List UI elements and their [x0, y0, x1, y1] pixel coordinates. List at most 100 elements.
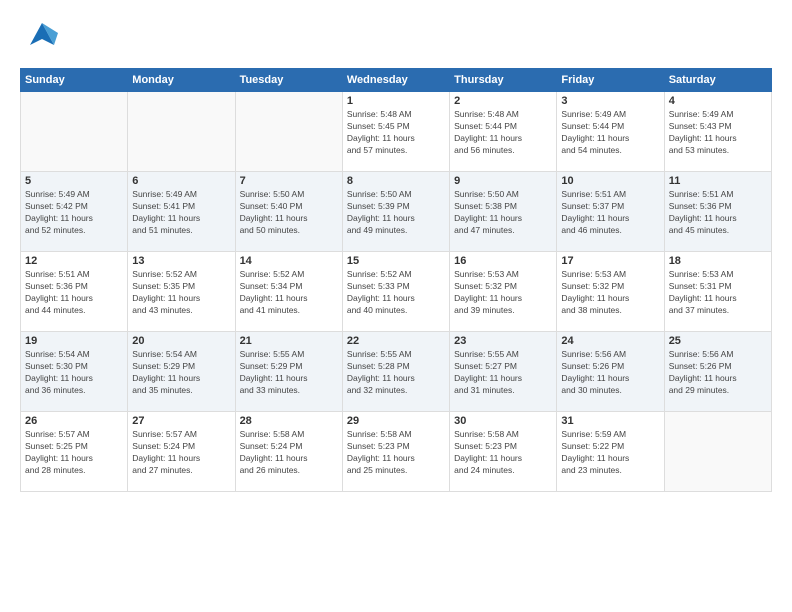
day-info: Sunrise: 5:51 AM Sunset: 5:36 PM Dayligh…: [25, 269, 123, 317]
page-header: [20, 15, 772, 58]
calendar-cell: 22 Sunrise: 5:55 AM Sunset: 5:28 PM Dayli…: [342, 332, 449, 412]
day-info: Sunrise: 5:53 AM Sunset: 5:31 PM Dayligh…: [669, 269, 767, 317]
page-container: SundayMondayTuesdayWednesdayThursdayFrid…: [0, 0, 792, 612]
calendar-cell: [128, 92, 235, 172]
calendar-table: SundayMondayTuesdayWednesdayThursdayFrid…: [20, 68, 772, 492]
logo: [20, 15, 69, 58]
calendar-cell: 5 Sunrise: 5:49 AM Sunset: 5:42 PM Daylig…: [21, 172, 128, 252]
day-number: 9: [454, 175, 552, 187]
day-number: 17: [561, 255, 659, 267]
day-info: Sunrise: 5:50 AM Sunset: 5:38 PM Dayligh…: [454, 189, 552, 237]
day-info: Sunrise: 5:50 AM Sunset: 5:39 PM Dayligh…: [347, 189, 445, 237]
day-header-wednesday: Wednesday: [342, 69, 449, 92]
day-number: 7: [240, 175, 338, 187]
calendar-cell: 9 Sunrise: 5:50 AM Sunset: 5:38 PM Daylig…: [450, 172, 557, 252]
logo-bird-icon: [20, 15, 65, 58]
day-info: Sunrise: 5:59 AM Sunset: 5:22 PM Dayligh…: [561, 429, 659, 477]
day-info: Sunrise: 5:52 AM Sunset: 5:35 PM Dayligh…: [132, 269, 230, 317]
day-number: 22: [347, 335, 445, 347]
day-info: Sunrise: 5:49 AM Sunset: 5:42 PM Dayligh…: [25, 189, 123, 237]
day-number: 13: [132, 255, 230, 267]
calendar-header-row: SundayMondayTuesdayWednesdayThursdayFrid…: [21, 69, 772, 92]
day-number: 2: [454, 95, 552, 107]
calendar-week-row: 12 Sunrise: 5:51 AM Sunset: 5:36 PM Dayli…: [21, 252, 772, 332]
day-number: 18: [669, 255, 767, 267]
day-info: Sunrise: 5:58 AM Sunset: 5:24 PM Dayligh…: [240, 429, 338, 477]
day-info: Sunrise: 5:54 AM Sunset: 5:30 PM Dayligh…: [25, 349, 123, 397]
day-info: Sunrise: 5:49 AM Sunset: 5:41 PM Dayligh…: [132, 189, 230, 237]
day-number: 14: [240, 255, 338, 267]
day-header-tuesday: Tuesday: [235, 69, 342, 92]
day-info: Sunrise: 5:53 AM Sunset: 5:32 PM Dayligh…: [561, 269, 659, 317]
day-header-friday: Friday: [557, 69, 664, 92]
day-number: 24: [561, 335, 659, 347]
calendar-cell: 26 Sunrise: 5:57 AM Sunset: 5:25 PM Dayli…: [21, 412, 128, 492]
day-number: 5: [25, 175, 123, 187]
day-info: Sunrise: 5:51 AM Sunset: 5:37 PM Dayligh…: [561, 189, 659, 237]
day-info: Sunrise: 5:51 AM Sunset: 5:36 PM Dayligh…: [669, 189, 767, 237]
day-number: 8: [347, 175, 445, 187]
day-info: Sunrise: 5:53 AM Sunset: 5:32 PM Dayligh…: [454, 269, 552, 317]
day-number: 27: [132, 415, 230, 427]
calendar-cell: 3Sunrise: 5:49 AM Sunset: 5:44 PM Daylig…: [557, 92, 664, 172]
calendar-week-row: 19 Sunrise: 5:54 AM Sunset: 5:30 PM Dayli…: [21, 332, 772, 412]
calendar-week-row: 1Sunrise: 5:48 AM Sunset: 5:45 PM Daylig…: [21, 92, 772, 172]
calendar-cell: 7 Sunrise: 5:50 AM Sunset: 5:40 PM Daylig…: [235, 172, 342, 252]
day-number: 31: [561, 415, 659, 427]
day-info: Sunrise: 5:54 AM Sunset: 5:29 PM Dayligh…: [132, 349, 230, 397]
calendar-cell: 31 Sunrise: 5:59 AM Sunset: 5:22 PM Dayli…: [557, 412, 664, 492]
day-number: 23: [454, 335, 552, 347]
day-number: 29: [347, 415, 445, 427]
day-info: Sunrise: 5:56 AM Sunset: 5:26 PM Dayligh…: [561, 349, 659, 397]
calendar-week-row: 26 Sunrise: 5:57 AM Sunset: 5:25 PM Dayli…: [21, 412, 772, 492]
calendar-cell: [235, 92, 342, 172]
day-number: 10: [561, 175, 659, 187]
day-number: 4: [669, 95, 767, 107]
day-number: 15: [347, 255, 445, 267]
day-number: 28: [240, 415, 338, 427]
day-info: Sunrise: 5:55 AM Sunset: 5:29 PM Dayligh…: [240, 349, 338, 397]
calendar-cell: 14 Sunrise: 5:52 AM Sunset: 5:34 PM Dayli…: [235, 252, 342, 332]
calendar-cell: 29 Sunrise: 5:58 AM Sunset: 5:23 PM Dayli…: [342, 412, 449, 492]
day-info: Sunrise: 5:58 AM Sunset: 5:23 PM Dayligh…: [454, 429, 552, 477]
calendar-cell: 28 Sunrise: 5:58 AM Sunset: 5:24 PM Dayli…: [235, 412, 342, 492]
day-info: Sunrise: 5:58 AM Sunset: 5:23 PM Dayligh…: [347, 429, 445, 477]
day-info: Sunrise: 5:56 AM Sunset: 5:26 PM Dayligh…: [669, 349, 767, 397]
day-info: Sunrise: 5:50 AM Sunset: 5:40 PM Dayligh…: [240, 189, 338, 237]
day-number: 30: [454, 415, 552, 427]
day-info: Sunrise: 5:52 AM Sunset: 5:34 PM Dayligh…: [240, 269, 338, 317]
calendar-cell: [21, 92, 128, 172]
calendar-cell: 18 Sunrise: 5:53 AM Sunset: 5:31 PM Dayli…: [664, 252, 771, 332]
day-info: Sunrise: 5:55 AM Sunset: 5:27 PM Dayligh…: [454, 349, 552, 397]
day-number: 11: [669, 175, 767, 187]
day-info: Sunrise: 5:57 AM Sunset: 5:25 PM Dayligh…: [25, 429, 123, 477]
day-info: Sunrise: 5:49 AM Sunset: 5:44 PM Dayligh…: [561, 109, 659, 157]
calendar-cell: 16Sunrise: 5:53 AM Sunset: 5:32 PM Dayli…: [450, 252, 557, 332]
day-info: Sunrise: 5:48 AM Sunset: 5:44 PM Dayligh…: [454, 109, 552, 157]
calendar-cell: 12 Sunrise: 5:51 AM Sunset: 5:36 PM Dayli…: [21, 252, 128, 332]
calendar-cell: 27 Sunrise: 5:57 AM Sunset: 5:24 PM Dayli…: [128, 412, 235, 492]
calendar-cell: 8 Sunrise: 5:50 AM Sunset: 5:39 PM Daylig…: [342, 172, 449, 252]
day-number: 1: [347, 95, 445, 107]
day-header-thursday: Thursday: [450, 69, 557, 92]
calendar-cell: 25 Sunrise: 5:56 AM Sunset: 5:26 PM Dayli…: [664, 332, 771, 412]
day-number: 25: [669, 335, 767, 347]
calendar-cell: 17 Sunrise: 5:53 AM Sunset: 5:32 PM Dayli…: [557, 252, 664, 332]
day-number: 12: [25, 255, 123, 267]
day-number: 6: [132, 175, 230, 187]
calendar-cell: 21Sunrise: 5:55 AM Sunset: 5:29 PM Dayli…: [235, 332, 342, 412]
day-info: Sunrise: 5:52 AM Sunset: 5:33 PM Dayligh…: [347, 269, 445, 317]
calendar-week-row: 5 Sunrise: 5:49 AM Sunset: 5:42 PM Daylig…: [21, 172, 772, 252]
day-info: Sunrise: 5:57 AM Sunset: 5:24 PM Dayligh…: [132, 429, 230, 477]
calendar-cell: 24 Sunrise: 5:56 AM Sunset: 5:26 PM Dayli…: [557, 332, 664, 412]
calendar-cell: 2 Sunrise: 5:48 AM Sunset: 5:44 PM Daylig…: [450, 92, 557, 172]
calendar-cell: 30 Sunrise: 5:58 AM Sunset: 5:23 PM Dayli…: [450, 412, 557, 492]
day-header-saturday: Saturday: [664, 69, 771, 92]
calendar-cell: 23 Sunrise: 5:55 AM Sunset: 5:27 PM Dayli…: [450, 332, 557, 412]
calendar-cell: 6 Sunrise: 5:49 AM Sunset: 5:41 PM Daylig…: [128, 172, 235, 252]
calendar-cell: 20Sunrise: 5:54 AM Sunset: 5:29 PM Dayli…: [128, 332, 235, 412]
day-info: Sunrise: 5:55 AM Sunset: 5:28 PM Dayligh…: [347, 349, 445, 397]
calendar-cell: 4Sunrise: 5:49 AM Sunset: 5:43 PM Daylig…: [664, 92, 771, 172]
day-number: 26: [25, 415, 123, 427]
day-number: 19: [25, 335, 123, 347]
